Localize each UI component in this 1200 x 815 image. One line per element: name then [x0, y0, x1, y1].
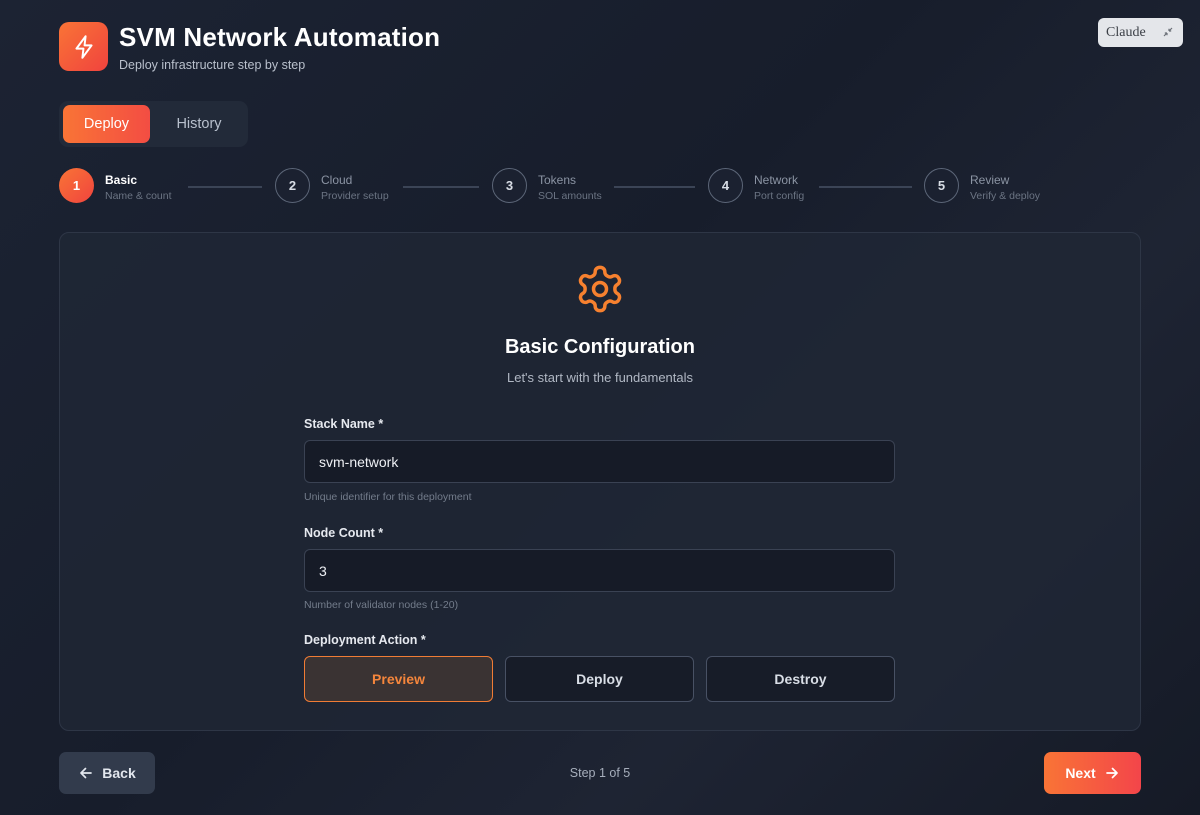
action-destroy-button[interactable]: Destroy	[706, 656, 895, 702]
card-subtitle: Let's start with the fundamentals	[506, 370, 694, 385]
step-indicator: Step 1 of 5	[569, 766, 631, 780]
step-connector	[403, 186, 479, 188]
step-1-title: Basic	[105, 173, 138, 187]
step-2-subtitle: Provider setup	[321, 190, 389, 202]
app-logo	[59, 22, 108, 71]
action-deploy-button[interactable]: Deploy	[505, 656, 694, 702]
step-connector	[819, 186, 912, 188]
stack-name-help: Unique identifier for this deployment	[304, 491, 472, 503]
lightning-bolt-icon	[74, 34, 93, 59]
step-4-subtitle: Port config	[754, 190, 805, 202]
step-progress: 1 Basic Name & count 2 Cloud Provider se…	[0, 168, 1200, 206]
step-2-circle[interactable]: 2	[275, 168, 310, 203]
node-count-input[interactable]	[304, 549, 895, 592]
claude-badge-label: Claude	[1106, 24, 1146, 40]
step-connector	[614, 186, 695, 188]
collapse-arrows-icon[interactable]	[1161, 25, 1175, 39]
next-button[interactable]: Next	[1044, 752, 1141, 794]
app-title: SVM Network Automation	[119, 22, 441, 52]
step-2-title: Cloud	[321, 173, 353, 187]
node-count-help: Number of validator nodes (1-20)	[304, 599, 459, 611]
node-count-label: Node Count *	[304, 526, 384, 540]
stack-name-label: Stack Name *	[304, 417, 384, 431]
step-4-title: Network	[754, 173, 799, 187]
step-4-circle[interactable]: 4	[708, 168, 743, 203]
step-3-circle[interactable]: 3	[492, 168, 527, 203]
gear-icon	[574, 263, 626, 315]
tab-history[interactable]: History	[154, 105, 244, 143]
arrow-right-icon	[1105, 767, 1118, 779]
step-3-subtitle: SOL amounts	[538, 190, 602, 202]
tab-deploy[interactable]: Deploy	[63, 105, 150, 143]
claude-badge[interactable]: Claude	[1098, 18, 1183, 47]
deployment-action-label: Deployment Action *	[304, 633, 426, 647]
stack-name-input[interactable]	[304, 440, 895, 483]
step-5-circle[interactable]: 5	[924, 168, 959, 203]
app-subtitle: Deploy infrastructure step by step	[119, 58, 306, 72]
step-5-subtitle: Verify & deploy	[970, 190, 1041, 202]
step-1-circle[interactable]: 1	[59, 168, 94, 203]
step-1-subtitle: Name & count	[105, 190, 172, 202]
card-title: Basic Configuration	[504, 336, 695, 358]
step-5-title: Review	[970, 173, 1010, 187]
step-connector	[188, 186, 262, 188]
main-tabs: Deploy History	[59, 101, 248, 147]
step-3-title: Tokens	[538, 173, 577, 187]
next-button-label: Next	[1065, 765, 1096, 781]
action-preview-button[interactable]: Preview	[304, 656, 493, 702]
